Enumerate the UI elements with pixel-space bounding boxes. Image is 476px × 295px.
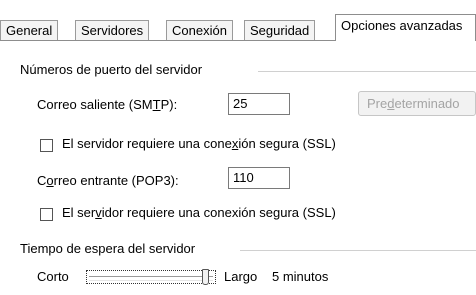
tab-advanced-options[interactable]: Opciones avanzadas [335,14,476,41]
slider-thumb[interactable] [202,269,209,285]
long-label: Largo [224,269,258,284]
incoming-port-field[interactable]: 110 [228,167,290,189]
ssl-incoming-checkbox[interactable] [40,208,53,221]
timeout-slider[interactable] [86,269,216,285]
outgoing-mail-label: Correo saliente (SMTP): [37,97,178,112]
timeout-value: 5 minutos [272,269,329,284]
tab-strip: General Servidores Conexión Seguridad Op… [0,14,476,41]
short-label: Corto [37,269,69,284]
tab-panel-advanced: Números de puerto del servidor Correo sa… [0,40,476,295]
group-title-server-ports: Números de puerto del servidor [20,62,203,77]
group-divider [240,250,476,251]
tab-connection[interactable]: Conexión [166,20,233,40]
tab-security[interactable]: Seguridad [244,20,316,40]
outgoing-port-field[interactable]: 25 [228,93,290,115]
tab-general[interactable]: General [0,20,59,40]
incoming-mail-label: Correo entrante (POP3): [37,173,179,188]
default-button[interactable]: Predeterminado [358,91,476,116]
ssl-incoming-label: El servidor requiere una conexión segura… [62,205,336,220]
tab-servers[interactable]: Servidores [75,20,150,40]
group-divider [258,71,476,72]
group-title-server-timeout: Tiempo de espera del servidor [20,241,196,256]
ssl-outgoing-checkbox[interactable] [40,139,53,152]
ssl-outgoing-label: El servidor requiere una conexión segura… [62,136,336,151]
slider-groove [89,276,213,281]
